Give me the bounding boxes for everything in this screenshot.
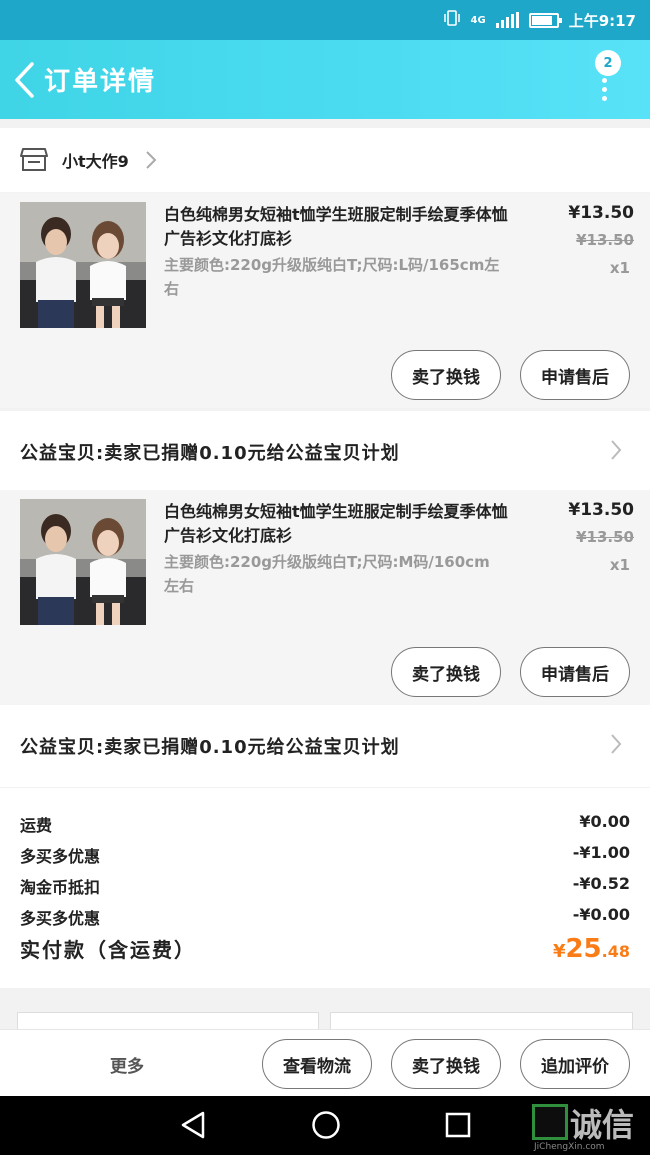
order-summary: 运费 ¥0.00 多买多优惠 -¥1.00 淘金币抵扣 -¥0.52 多买多优惠… [0,788,650,988]
status-bar: 4G 上午9:17 [0,0,650,40]
sell-for-cash-button[interactable]: 卖了换钱 [391,647,501,697]
chevron-right-icon [611,440,622,460]
more-button[interactable]: 更多 [110,1052,144,1077]
shipping-fee-row: 运费 ¥0.00 [20,812,630,836]
summary-label: 淘金币抵扣 [20,878,101,897]
product-original-price: ¥13.50 [576,528,634,546]
chevron-left-icon [15,61,34,98]
more-menu-button[interactable]: 2 [592,48,628,108]
back-triangle-icon[interactable] [180,1110,206,1140]
order-item[interactable]: 白色纯棉男女短袖t恤学生班服定制手绘夏季体恤广告衫文化打底衫 主要颜色:220g… [0,490,650,705]
product-price: ¥13.50 [568,203,634,223]
page-title: 订单详情 [44,67,157,97]
nav-bar: 订单详情 2 [0,40,650,119]
sell-for-cash-button[interactable]: 卖了换钱 [391,350,501,400]
watermark: 诚信 JiChengXin.com [532,1100,650,1155]
chevron-right-icon [611,734,622,754]
product-original-price: ¥13.50 [576,231,634,249]
home-circle-icon[interactable] [311,1110,341,1140]
product-price: ¥13.50 [568,500,634,520]
more-vertical-icon [602,78,608,105]
summary-label: 运费 [20,816,53,835]
product-spec: 主要颜色:220g升级版纯白T;尺码:L码/165cm左右 [164,256,500,298]
total-integer: 25 [565,934,602,964]
total-currency: ¥ [552,941,566,962]
total-paid-row: 实付款（含运费） ¥25.48 [20,934,630,964]
shop-name: 小t大作9 [62,152,129,171]
order-item[interactable]: 白色纯棉男女短袖t恤学生班服定制手绘夏季体恤广告衫文化打底衫 主要颜色:220g… [0,193,650,408]
multi-buy-discount-row: 多买多优惠 -¥1.00 [20,843,630,867]
watermark-logo-icon [532,1104,568,1140]
product-thumbnail[interactable] [20,499,146,625]
charity-row[interactable]: 公益宝贝:卖家已捐赠0.10元给公益宝贝计划 [0,705,650,787]
product-title[interactable]: 白色纯棉男女短袖t恤学生班服定制手绘夏季体恤广告衫文化打底衫 [164,500,514,548]
network-label: 4G [470,14,486,26]
status-time: 上午9:17 [568,11,636,30]
summary-value: -¥0.52 [572,874,630,893]
product-title[interactable]: 白色纯棉男女短袖t恤学生班服定制手绘夏季体恤广告衫文化打底衫 [164,203,514,251]
bottom-action-bar: 更多 查看物流 卖了换钱 追加评价 [0,1029,650,1096]
watermark-brand: 诚信 [570,1106,635,1144]
product-quantity: x1 [609,259,630,277]
summary-label: 多买多优惠 [20,909,101,928]
charity-text: 公益宝贝:卖家已捐赠0.10元给公益宝贝计划 [20,443,400,464]
apply-after-sale-button[interactable]: 申请售后 [520,647,630,697]
summary-label: 多买多优惠 [20,847,101,866]
apply-after-sale-button[interactable]: 申请售后 [520,350,630,400]
coin-deduction-row: 淘金币抵扣 -¥0.52 [20,874,630,898]
chevron-right-icon [146,151,157,169]
notification-badge: 2 [595,50,621,76]
total-decimal: .48 [601,942,630,961]
battery-icon [528,12,562,28]
summary-value: ¥0.00 [579,812,630,831]
shop-row[interactable]: 小t大作9 [0,128,650,192]
product-quantity: x1 [609,556,630,574]
back-button[interactable] [4,40,44,119]
product-spec: 主要颜色:220g升级版纯白T;尺码:M码/160cm左右 [164,553,490,595]
multi-buy-discount-row: 多买多优惠 -¥0.00 [20,905,630,929]
add-review-button[interactable]: 追加评价 [520,1039,630,1089]
recents-square-icon[interactable] [444,1110,472,1140]
total-label: 实付款（含运费） [20,938,196,962]
charity-row[interactable]: 公益宝贝:卖家已捐赠0.10元给公益宝贝计划 [0,411,650,493]
summary-value: -¥1.00 [572,843,630,862]
charity-text: 公益宝贝:卖家已捐赠0.10元给公益宝贝计划 [20,737,400,758]
sell-for-cash-button[interactable]: 卖了换钱 [391,1039,501,1089]
shop-icon [20,148,48,171]
view-logistics-button[interactable]: 查看物流 [262,1039,372,1089]
vibrate-icon [443,9,461,31]
product-thumbnail[interactable] [20,202,146,328]
watermark-site: JiChengXin.com [534,1142,605,1152]
summary-value: -¥0.00 [572,905,630,924]
total-amount: ¥25.48 [553,934,630,964]
signal-icon [495,12,519,28]
